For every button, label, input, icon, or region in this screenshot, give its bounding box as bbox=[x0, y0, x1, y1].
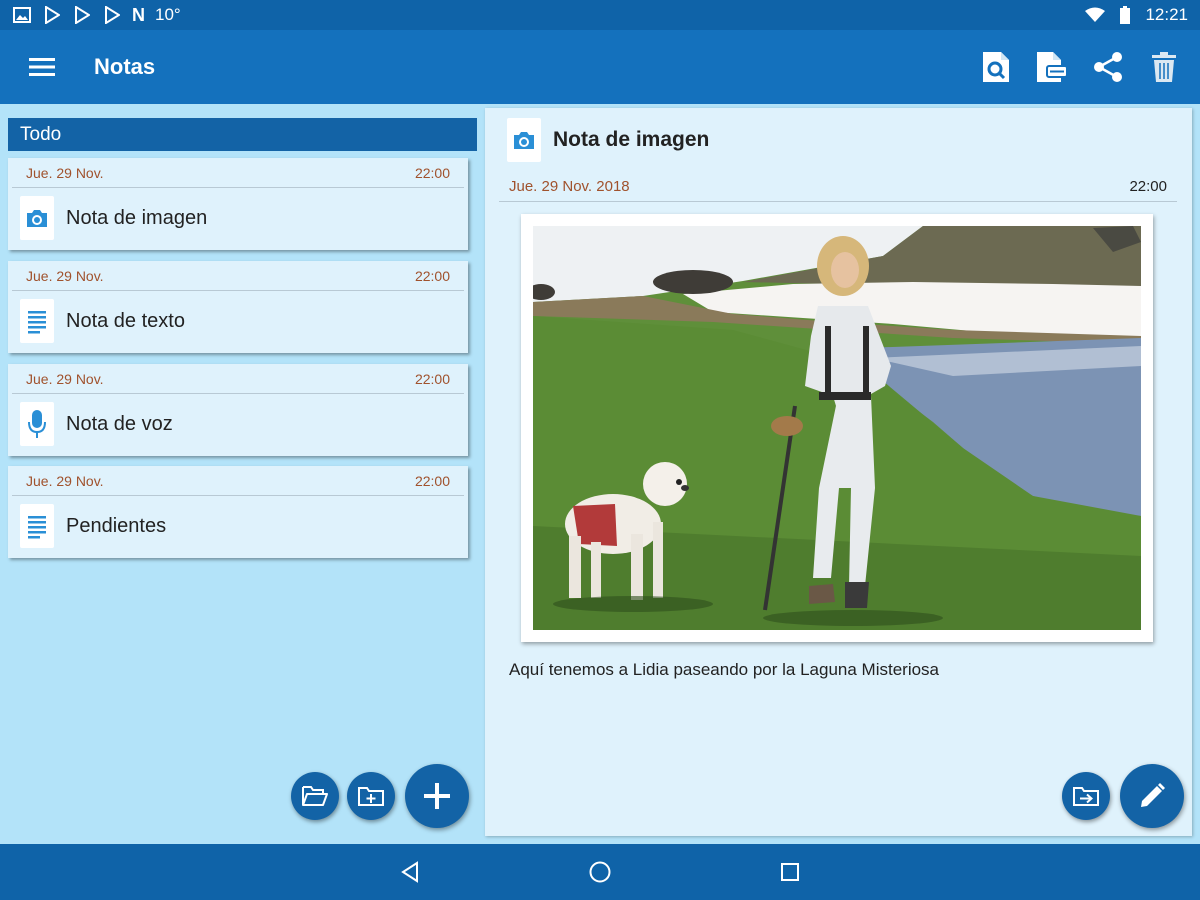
camera-icon bbox=[20, 196, 54, 240]
note-title: Pendientes bbox=[66, 514, 167, 537]
menu-button[interactable] bbox=[0, 30, 84, 104]
notification-letter: N bbox=[132, 4, 145, 25]
folder-move-icon bbox=[1073, 787, 1099, 806]
note-body: Nota de imagen bbox=[8, 188, 468, 248]
play-store-notification-icon bbox=[72, 5, 92, 25]
status-system: 12:21 bbox=[1085, 5, 1188, 25]
note-body: Pendientes bbox=[8, 496, 468, 556]
status-bar: N 10° 12:21 bbox=[0, 0, 1200, 30]
note-date: Jue. 29 Nov. bbox=[26, 370, 104, 387]
status-notifications: N 10° bbox=[12, 5, 181, 26]
add-note-button[interactable] bbox=[405, 764, 469, 828]
note-photo[interactable] bbox=[533, 226, 1141, 630]
app-bar: Notas bbox=[0, 30, 1200, 104]
note-time: 22:00 bbox=[414, 472, 450, 489]
note-time: 22:00 bbox=[414, 370, 450, 387]
folder-add-icon bbox=[358, 787, 384, 806]
search-note-icon bbox=[983, 52, 1009, 82]
wifi-icon bbox=[1085, 5, 1106, 25]
text-note-icon bbox=[20, 504, 54, 548]
note-tag-icon bbox=[1037, 52, 1068, 82]
microphone-icon bbox=[20, 402, 54, 446]
detail-title: Nota de imagen bbox=[553, 128, 710, 151]
detail-time: 22:00 bbox=[1129, 178, 1167, 195]
trash-icon bbox=[1152, 52, 1176, 82]
open-folder-button[interactable] bbox=[291, 772, 339, 820]
list-item[interactable]: Jue. 29 Nov. 22:00 Pendientes bbox=[8, 466, 468, 558]
move-to-folder-button[interactable] bbox=[1062, 772, 1110, 820]
note-tag-button[interactable] bbox=[1030, 45, 1074, 89]
note-title: Nota de imagen bbox=[66, 206, 208, 229]
note-caption: Aquí tenemos a Lidia paseando por la Lag… bbox=[509, 660, 940, 679]
delete-button[interactable] bbox=[1142, 45, 1186, 89]
note-meta: Jue. 29 Nov. 22:00 bbox=[12, 261, 464, 291]
note-date: Jue. 29 Nov. bbox=[26, 267, 104, 284]
note-time: 22:00 bbox=[414, 267, 450, 284]
edit-note-button[interactable] bbox=[1120, 764, 1184, 828]
camera-icon bbox=[507, 118, 541, 162]
clock: 12:21 bbox=[1145, 5, 1188, 24]
gallery-notification-icon bbox=[12, 5, 32, 25]
note-body: Nota de voz bbox=[8, 394, 468, 454]
recents-square-icon bbox=[781, 863, 799, 881]
app-title: Notas bbox=[94, 54, 156, 79]
back-triangle-icon bbox=[401, 861, 418, 883]
notification-weather: 10° bbox=[155, 5, 181, 24]
list-item[interactable]: Jue. 29 Nov. 22:00 Nota de voz bbox=[8, 364, 468, 456]
note-date: Jue. 29 Nov. bbox=[26, 164, 104, 181]
note-date: Jue. 29 Nov. bbox=[26, 472, 104, 489]
home-circle-icon bbox=[589, 861, 611, 883]
play-store-notification-icon bbox=[102, 5, 122, 25]
back-button[interactable] bbox=[380, 847, 440, 897]
pencil-icon bbox=[1141, 783, 1165, 807]
share-button[interactable] bbox=[1086, 45, 1130, 89]
plus-icon bbox=[424, 783, 450, 809]
notes-list-panel: Todo Jue. 29 Nov. 22:00 Nota de imagen J… bbox=[0, 104, 485, 844]
detail-header: Nota de imagen bbox=[507, 118, 709, 162]
list-item[interactable]: Jue. 29 Nov. 22:00 Nota de imagen bbox=[8, 158, 468, 250]
note-meta: Jue. 29 Nov. 22:00 bbox=[12, 466, 464, 496]
home-button[interactable] bbox=[570, 847, 630, 897]
note-body: Nota de texto bbox=[8, 291, 468, 351]
play-store-notification-icon bbox=[42, 5, 62, 25]
note-meta: Jue. 29 Nov. 22:00 bbox=[12, 364, 464, 394]
add-folder-button[interactable] bbox=[347, 772, 395, 820]
note-meta: Jue. 29 Nov. 22:00 bbox=[12, 158, 464, 188]
text-note-icon bbox=[20, 299, 54, 343]
navigation-bar bbox=[0, 844, 1200, 900]
list-item[interactable]: Jue. 29 Nov. 22:00 Nota de texto bbox=[8, 261, 468, 353]
note-time: 22:00 bbox=[414, 164, 450, 181]
hamburger-icon bbox=[29, 58, 55, 76]
folder-open-icon bbox=[302, 786, 328, 806]
note-detail-panel: Nota de imagen Jue. 29 Nov. 2018 22:00 A… bbox=[485, 108, 1192, 836]
app-bar-actions bbox=[974, 30, 1186, 104]
search-note-button[interactable] bbox=[974, 45, 1018, 89]
recents-button[interactable] bbox=[760, 847, 820, 897]
photo-frame[interactable] bbox=[521, 214, 1153, 642]
detail-meta: Jue. 29 Nov. 2018 22:00 bbox=[499, 172, 1177, 202]
folder-header[interactable]: Todo bbox=[8, 118, 477, 151]
share-icon bbox=[1094, 52, 1122, 82]
detail-date: Jue. 29 Nov. 2018 bbox=[509, 178, 630, 195]
note-title: Nota de voz bbox=[66, 412, 173, 435]
note-title: Nota de texto bbox=[66, 309, 185, 332]
battery-icon bbox=[1115, 5, 1135, 25]
